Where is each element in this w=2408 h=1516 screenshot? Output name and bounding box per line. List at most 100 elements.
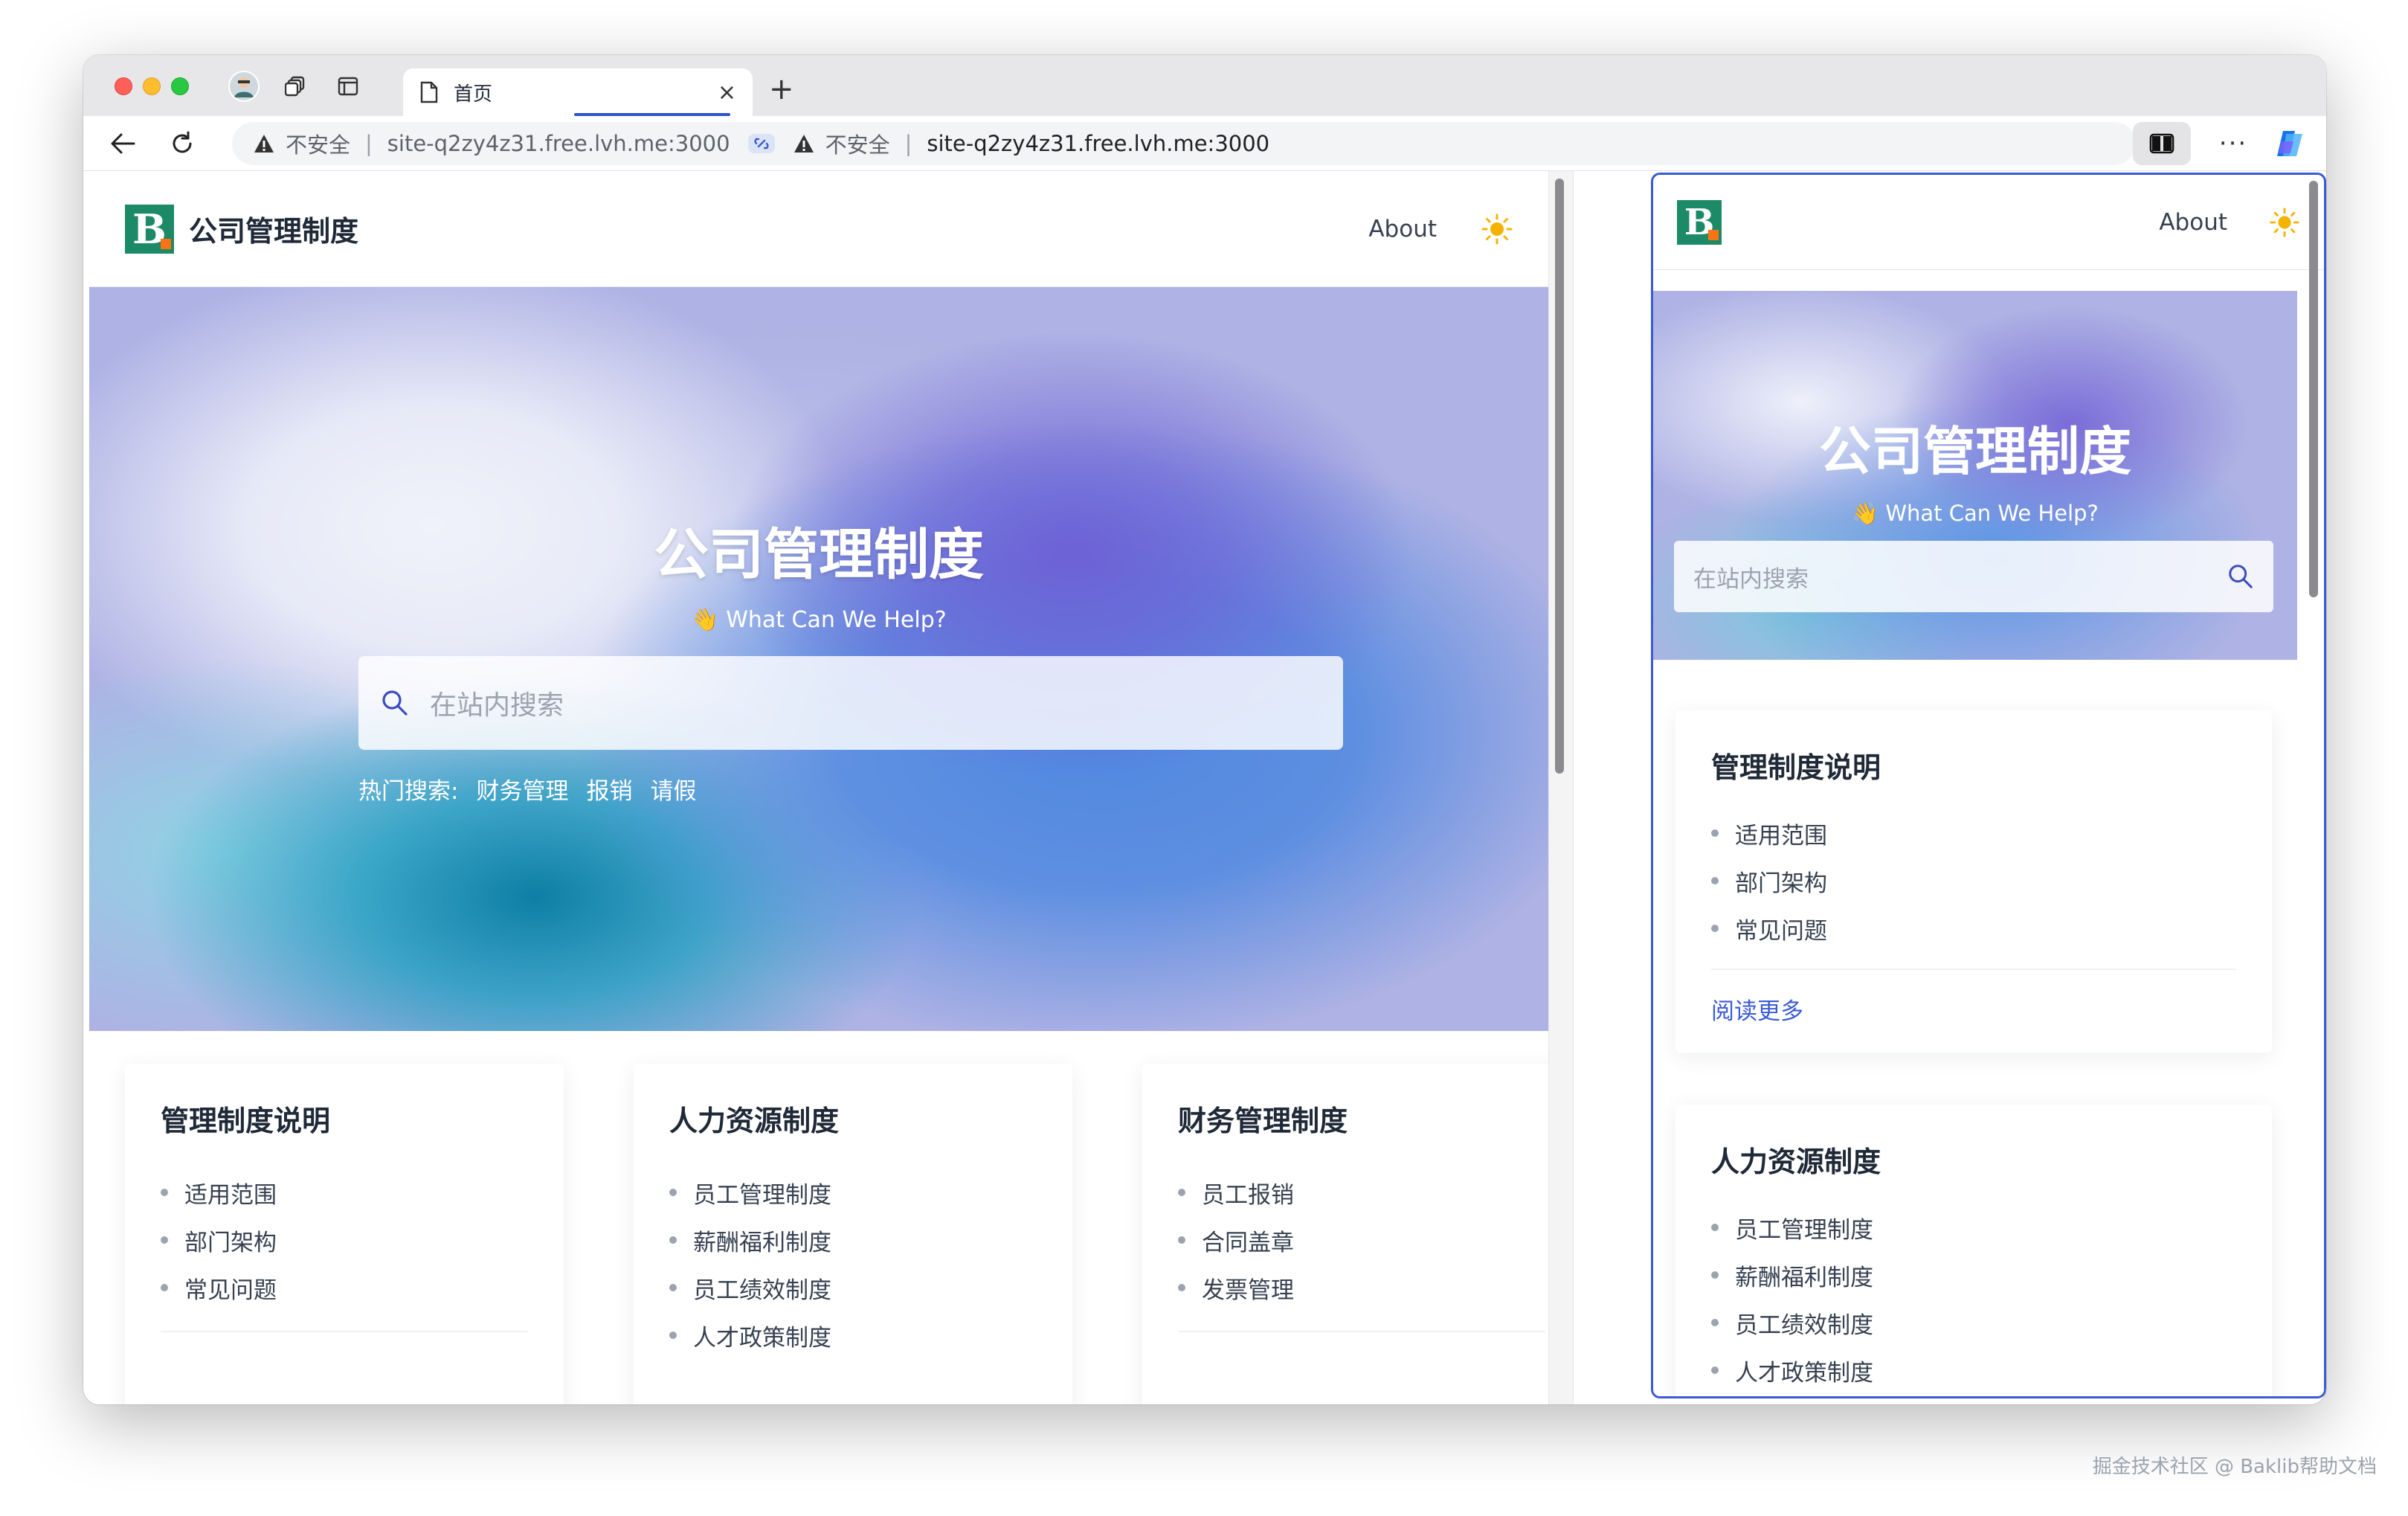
card-title[interactable]: 管理制度说明 — [161, 1098, 528, 1139]
more-icon[interactable]: ··· — [2212, 122, 2255, 165]
profile-button[interactable] — [225, 68, 263, 104]
list-item[interactable]: 薪酬福利制度 — [1711, 1251, 2236, 1299]
read-more-link[interactable]: 阅读更多 — [1711, 998, 1803, 1025]
left-pane: B 公司管理制度 About 公司管理制度 👋 What Can We Help… — [89, 171, 1548, 1404]
list-item[interactable]: 薪酬福利制度 — [669, 1216, 1037, 1264]
site-logo[interactable]: B — [125, 204, 174, 254]
hero-title: 公司管理制度 — [1819, 421, 2131, 482]
hero-banner: 公司管理制度 👋 What Can We Help? 在站内搜索 热门搜索: 财… — [89, 287, 1548, 1031]
link-icon[interactable] — [747, 132, 776, 155]
security-status[interactable]: 不安全 — [286, 128, 350, 159]
origin-text: site-q2zy4z31.free.lvh.me:3000 — [387, 131, 730, 156]
theme-toggle-sun-icon[interactable] — [2269, 207, 2300, 238]
list-item[interactable]: 发票管理 — [1178, 1264, 1545, 1311]
right-pane-scrollbar[interactable] — [2309, 181, 2318, 597]
left-pane-scrollbar[interactable] — [1548, 171, 1574, 1404]
site-header: B About — [1653, 175, 2324, 270]
reload-icon — [173, 131, 192, 153]
page-icon — [420, 81, 438, 103]
list-item[interactable]: 人才政策制度 — [669, 1311, 1037, 1359]
url-text[interactable]: site-q2zy4z31.free.lvh.me:3000 — [927, 131, 1269, 156]
category-card: 人力资源制度 员工管理制度 薪酬福利制度 员工绩效制度 人才政策制度 — [634, 1064, 1072, 1404]
hero-title: 公司管理制度 — [654, 523, 984, 587]
copilot-icon — [2277, 131, 2302, 156]
hot-search-label: 热门搜索: — [358, 778, 459, 805]
card-title[interactable]: 管理制度说明 — [1711, 745, 2236, 786]
list-item[interactable]: 部门架构 — [161, 1216, 528, 1264]
divider — [161, 1331, 528, 1332]
hero-banner: 公司管理制度 👋 What Can We Help? 在站内搜索 — [1653, 291, 2297, 660]
list-item[interactable]: 员工报销 — [1178, 1169, 1545, 1216]
tab-home[interactable]: 首页 × — [403, 68, 753, 116]
search-icon[interactable] — [2227, 563, 2254, 590]
vertical-tabs-button[interactable] — [329, 68, 367, 104]
hero-subtitle: 👋 What Can We Help? — [691, 607, 947, 633]
minimize-window-button[interactable] — [143, 77, 161, 95]
card-title[interactable]: 财务管理制度 — [1178, 1098, 1545, 1139]
site-nav: About — [1368, 213, 1513, 245]
list-item[interactable]: 常见问题 — [161, 1264, 528, 1311]
search-placeholder: 在站内搜索 — [430, 690, 564, 721]
site-logo[interactable]: B — [1677, 199, 1722, 245]
collections-button[interactable] — [277, 68, 315, 104]
divider — [1711, 969, 2236, 970]
reload-button[interactable] — [165, 126, 199, 161]
right-pane: B About 公司管理制度 👋 What Can We Help? 在站内搜索… — [1651, 173, 2326, 1398]
tabs-icon — [338, 77, 358, 96]
browser-toolbar: 不安全 | site-q2zy4z31.free.lvh.me:3000 不安全… — [83, 116, 2326, 171]
hero-subtitle: 👋 What Can We Help? — [1852, 501, 2099, 526]
list-item[interactable]: 员工管理制度 — [669, 1169, 1037, 1216]
site-title[interactable]: 公司管理制度 — [189, 208, 358, 249]
category-card: 财务管理制度 员工报销 合同盖章 发票管理 — [1142, 1064, 1548, 1404]
list-item[interactable]: 员工管理制度 — [1711, 1204, 2236, 1251]
nav-about-link[interactable]: About — [2159, 209, 2227, 236]
separator: | — [904, 131, 912, 156]
split-screen-icon — [2149, 133, 2174, 154]
search-icon — [382, 690, 408, 716]
avatar — [228, 71, 260, 102]
list-item[interactable]: 人才政策制度 — [1711, 1346, 2236, 1394]
address-bar[interactable]: 不安全 | site-q2zy4z31.free.lvh.me:3000 不安全… — [232, 122, 2136, 165]
divider — [1178, 1331, 1545, 1332]
hot-search-link[interactable]: 财务管理 — [476, 772, 568, 806]
list-item[interactable]: 员工绩效制度 — [1711, 1299, 2236, 1346]
theme-toggle-sun-icon[interactable] — [1481, 213, 1513, 245]
search-input[interactable]: 在站内搜索 — [358, 656, 1343, 750]
category-card: 人力资源制度 员工管理制度 薪酬福利制度 员工绩效制度 人才政策制度 — [1675, 1105, 2272, 1396]
site-nav: About — [2159, 207, 2300, 238]
site-header: B 公司管理制度 About — [89, 171, 1548, 287]
new-tab-button[interactable]: + — [769, 74, 794, 104]
search-input[interactable]: 在站内搜索 — [1674, 541, 2273, 612]
category-cards: 管理制度说明 适用范围 部门架构 常见问题 人力资源制度 员工管理制度 薪酬福利… — [89, 1064, 1548, 1404]
warning-icon — [793, 135, 814, 152]
back-button[interactable] — [106, 126, 140, 161]
hot-searches: 热门搜索: 财务管理 报销 请假 — [358, 772, 714, 806]
close-tab-icon[interactable]: × — [718, 80, 736, 106]
browser-window: 首页 × + 不安全 | site-q2zy4z31.free.lvh.me:3… — [83, 55, 2326, 1404]
list-item[interactable]: 部门架构 — [1711, 857, 2236, 905]
warning-icon — [254, 135, 274, 152]
list-item[interactable]: 适用范围 — [1711, 809, 2236, 857]
hot-search-link[interactable]: 请假 — [650, 772, 696, 806]
card-title[interactable]: 人力资源制度 — [669, 1098, 1037, 1139]
maximize-window-button[interactable] — [171, 77, 189, 95]
list-item[interactable]: 员工绩效制度 — [669, 1264, 1037, 1311]
copilot-button[interactable] — [2268, 122, 2311, 165]
list-item[interactable]: 合同盖章 — [1178, 1216, 1545, 1264]
hot-search-link[interactable]: 报销 — [586, 772, 632, 806]
tab-title: 首页 — [454, 83, 493, 106]
category-card: 管理制度说明 适用范围 部门架构 常见问题 — [125, 1064, 564, 1404]
card-title[interactable]: 人力资源制度 — [1711, 1139, 2236, 1180]
list-item[interactable]: 常见问题 — [1711, 905, 2236, 952]
nav-about-link[interactable]: About — [1368, 216, 1437, 243]
scrollbar-thumb[interactable] — [1555, 179, 1564, 774]
separator: | — [365, 131, 373, 156]
search-placeholder: 在站内搜索 — [1693, 565, 1809, 593]
split-screen-button[interactable] — [2133, 122, 2191, 165]
arrow-left-icon — [111, 133, 135, 154]
list-item[interactable]: 适用范围 — [161, 1169, 528, 1216]
tab-strip: 首页 × + — [83, 55, 2326, 116]
close-window-button[interactable] — [115, 77, 132, 95]
security-status-right[interactable]: 不安全 — [825, 128, 890, 159]
category-card: 管理制度说明 适用范围 部门架构 常见问题 阅读更多 — [1675, 710, 2272, 1053]
